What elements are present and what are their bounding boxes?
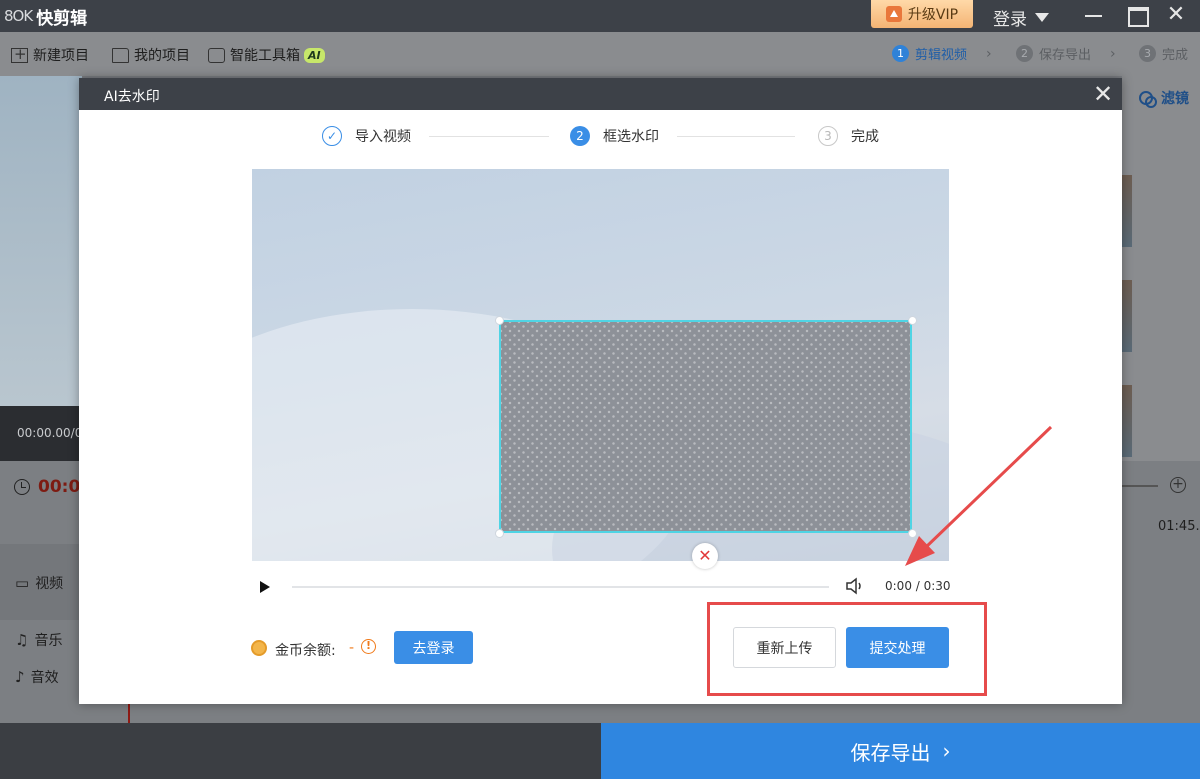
vip-label: 升级VIP [907,7,959,23]
step-number: 3 [1139,45,1156,62]
step-number: 2 [1016,45,1033,62]
playback-progress-bar[interactable] [292,586,829,588]
bottom-bar [0,723,601,779]
folder-icon [112,47,129,63]
video-camera-icon: ▭ [15,574,30,592]
dialog-title: AI去水印 [104,89,160,105]
resize-handle-top-right[interactable] [908,316,917,325]
resize-handle-bottom-left[interactable] [495,529,504,538]
track-name: 音效 [30,670,59,686]
dialog-header: AI去水印 ✕ [79,78,1122,110]
zoom-in-icon[interactable]: + [1170,477,1186,493]
step-number: 2 [570,126,590,146]
ai-badge: AI [304,47,325,63]
step-number: 3 [818,126,838,146]
watermark-selection-box[interactable] [499,320,912,533]
warning-icon[interactable]: ! [361,639,376,654]
video-preview [0,76,82,406]
chevron-right-icon: › [986,46,992,62]
coin-icon [251,640,267,656]
step-complete: 3 完成 [818,126,879,146]
annotation-highlight-box [707,602,987,696]
ai-toolbox-button[interactable]: 智能工具箱 AI [208,45,325,65]
vip-icon [885,6,902,22]
resize-handle-top-left[interactable] [495,316,504,325]
zoom-slider[interactable] [1122,485,1158,487]
sound-effect-icon: ♪ [15,668,25,686]
music-note-icon: ♫ [15,631,29,649]
media-thumbnail[interactable] [1122,385,1132,457]
preview-time: 00:00.00/0 [17,426,83,440]
plus-square-icon [11,45,28,63]
step-number: 1 [892,45,909,62]
media-thumbnail[interactable] [1122,280,1132,352]
coin-balance-value: - [349,640,355,656]
step-label: 框选水印 [603,129,659,145]
my-projects-button[interactable]: 我的项目 [112,45,190,65]
caret-down-icon [1035,13,1049,22]
playback-time: 0:00 / 0:30 [885,579,951,593]
media-thumbnail[interactable] [1122,175,1132,247]
window-close-button[interactable]: ✕ [1161,2,1191,28]
top-step-export: 2 保存导出 [1016,44,1091,63]
login-menu[interactable]: 登录 [993,5,1049,30]
app-logo: 8OK 快剪辑 [4,5,88,29]
top-step-edit: 1 剪辑视频 [892,44,967,63]
maximize-button[interactable] [1121,2,1151,28]
filter-label: 滤镜 [1161,91,1189,107]
app-name: 快剪辑 [36,8,88,29]
step-divider [677,136,795,137]
sfx-track-label: ♪ 音效 [15,667,59,687]
right-panel [1122,76,1200,461]
ai-toolbox-label: 智能工具箱 [230,48,300,64]
upgrade-vip-button[interactable]: 升级VIP [871,0,973,28]
new-project-button[interactable]: 新建项目 [11,45,89,65]
play-icon[interactable] [260,581,270,593]
step-import-video: ✓ 导入视频 [322,126,411,146]
step-label: 完成 [1162,48,1189,63]
resize-handle-bottom-right[interactable] [908,529,917,538]
dialog-close-icon[interactable]: ✕ [1093,80,1113,108]
toolbox-icon [208,47,225,63]
save-export-button[interactable]: 保存导出 › [601,723,1200,779]
main-toolbar: 新建项目 我的项目 智能工具箱 AI 1 剪辑视频 › 2 保存导出 › 3 完… [0,32,1200,76]
login-label: 登录 [993,10,1027,30]
minimize-button[interactable] [1078,2,1108,28]
delete-selection-button[interactable]: ✕ [692,543,718,569]
step-label: 导入视频 [355,129,411,145]
step-label: 保存导出 [1039,48,1092,63]
track-name: 视频 [35,576,64,592]
playhead[interactable] [128,704,130,723]
coin-balance-label: 金币余额: [275,643,336,659]
go-login-button[interactable]: 去登录 [394,631,473,664]
new-project-label: 新建项目 [33,48,89,64]
logo-icon: 8OK [4,7,33,25]
top-step-done: 3 完成 [1139,44,1188,63]
volume-icon[interactable] [845,576,867,596]
video-track-label: ▭ 视频 [15,573,63,593]
step-label: 剪辑视频 [915,48,968,63]
step-divider [429,136,549,137]
timeline-time: 00:0 [38,477,81,497]
check-icon: ✓ [322,126,342,146]
save-export-label: 保存导出 [850,740,931,765]
chevron-right-icon: › [942,739,951,763]
ruler-time: 01:45.0 [1158,519,1200,534]
chevron-right-icon: › [1110,46,1116,62]
music-track-label: ♫ 音乐 [15,630,62,650]
track-name: 音乐 [34,633,63,649]
title-bar: 8OK 快剪辑 升级VIP 登录 ✕ [0,0,1200,32]
step-select-watermark: 2 框选水印 [570,126,659,146]
clock-icon [14,479,30,495]
filter-tab[interactable]: 滤镜 [1139,88,1189,108]
filter-icon [1139,91,1157,108]
step-label: 完成 [851,129,879,145]
my-projects-label: 我的项目 [134,48,190,64]
